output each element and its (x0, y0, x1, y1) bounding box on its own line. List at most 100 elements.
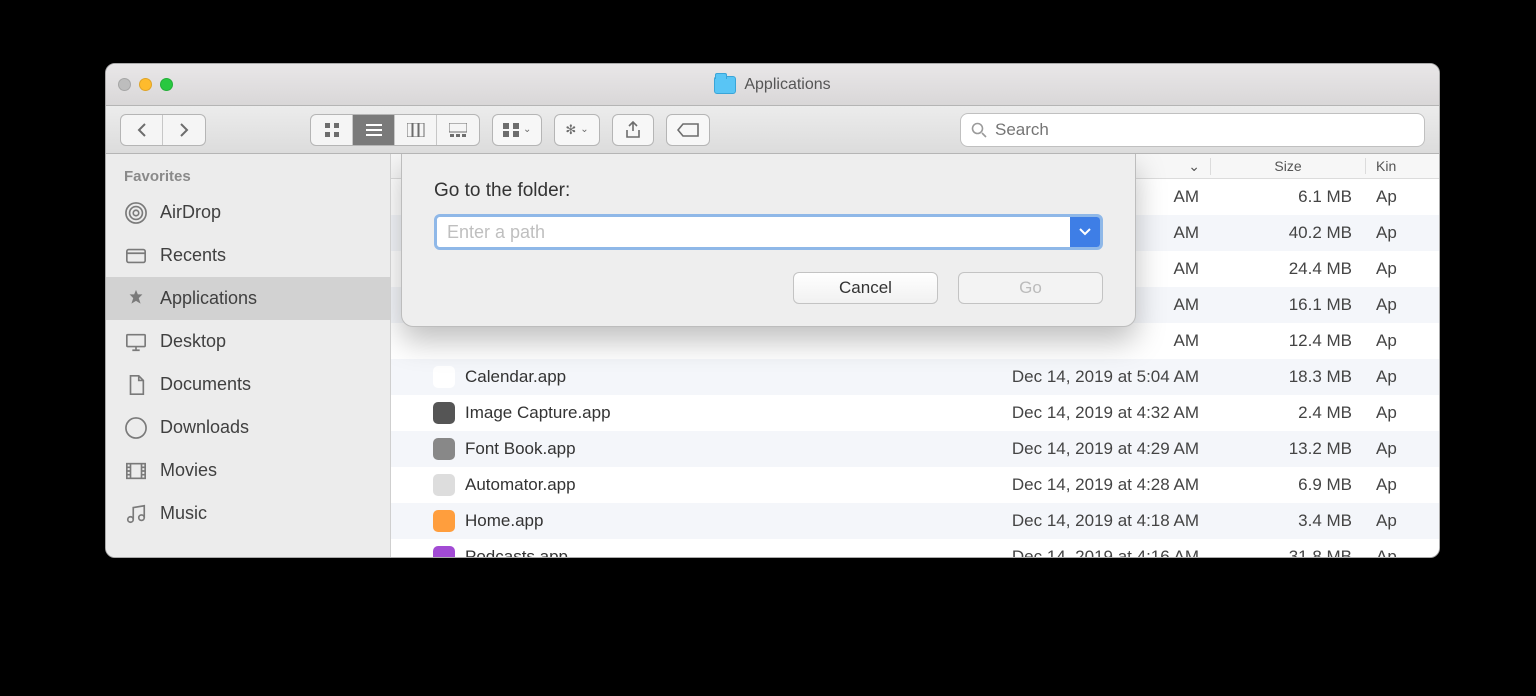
gallery-view-button[interactable] (437, 115, 479, 145)
column-header-kind[interactable]: Kin (1366, 158, 1439, 174)
app-icon (433, 366, 455, 388)
airdrop-icon (124, 201, 148, 225)
search-input[interactable] (995, 120, 1414, 140)
file-name: Image Capture.app (465, 403, 611, 423)
finder-window: Applications (105, 63, 1440, 558)
file-size: 13.2 MB (1211, 439, 1366, 459)
sidebar-item-documents[interactable]: Documents (106, 363, 390, 406)
applications-icon (124, 287, 148, 311)
sidebar-item-label: Documents (160, 374, 251, 395)
sidebar-item-label: Music (160, 503, 207, 524)
toolbar: ⌄ ✻ ⌄ (106, 106, 1439, 154)
sidebar-item-desktop[interactable]: Desktop (106, 320, 390, 363)
sidebar-item-recents[interactable]: Recents (106, 234, 390, 277)
tags-button[interactable] (666, 114, 710, 146)
documents-icon (124, 373, 148, 397)
file-size: 12.4 MB (1211, 331, 1366, 351)
file-row[interactable]: AM12.4 MBAp (391, 323, 1439, 359)
file-date: Dec 14, 2019 at 5:04 AM (931, 367, 1211, 387)
file-row[interactable]: Image Capture.appDec 14, 2019 at 4:32 AM… (391, 395, 1439, 431)
file-kind: Ap (1366, 295, 1439, 315)
go-button[interactable]: Go (958, 272, 1103, 304)
path-dropdown-button[interactable] (1070, 217, 1100, 247)
titlebar: Applications (106, 64, 1439, 106)
file-name: Automator.app (465, 475, 576, 495)
file-row[interactable]: Automator.app Dec 14, 2019 at 4:28 AM6.9 … (391, 467, 1439, 503)
desktop-icon (124, 330, 148, 354)
dialog-label: Go to the folder: (434, 180, 1103, 202)
file-kind: Ap (1366, 367, 1439, 387)
maximize-button[interactable] (160, 78, 173, 91)
sort-indicator-icon: ⌄ (1188, 158, 1200, 175)
file-kind: Ap (1366, 187, 1439, 207)
app-icon (433, 474, 455, 496)
traffic-lights (118, 78, 173, 91)
back-button[interactable] (121, 115, 163, 145)
app-icon (433, 546, 455, 557)
app-icon (433, 438, 455, 460)
search-field[interactable] (960, 113, 1425, 147)
movies-icon (124, 459, 148, 483)
file-row[interactable]: Font Book.appDec 14, 2019 at 4:29 AM13.2… (391, 431, 1439, 467)
search-icon (971, 122, 987, 138)
file-kind: Ap (1366, 475, 1439, 495)
go-to-folder-dialog: Go to the folder: Cancel Go (401, 154, 1136, 327)
sidebar-item-label: Movies (160, 460, 217, 481)
file-row[interactable]: Calendar.app Dec 14, 2019 at 5:04 AM18.3 … (391, 359, 1439, 395)
file-row[interactable]: Podcasts.app Dec 14, 2019 at 4:16 AM31.8 … (391, 539, 1439, 557)
file-date: Dec 14, 2019 at 4:16 AM (931, 547, 1211, 557)
path-input-wrapper (434, 214, 1103, 250)
list-view-button[interactable] (353, 115, 395, 145)
minimize-button[interactable] (139, 78, 152, 91)
file-size: 31.8 MB (1211, 547, 1366, 557)
cancel-button[interactable]: Cancel (793, 272, 938, 304)
sidebar-item-movies[interactable]: Movies (106, 449, 390, 492)
sidebar-item-label: Downloads (160, 417, 249, 438)
file-kind: Ap (1366, 223, 1439, 243)
action-button[interactable]: ✻ ⌄ (554, 114, 599, 146)
file-kind: Ap (1366, 439, 1439, 459)
share-button[interactable] (612, 114, 654, 146)
file-size: 40.2 MB (1211, 223, 1366, 243)
file-name: Calendar.app (465, 367, 566, 387)
sidebar-item-music[interactable]: Music (106, 492, 390, 535)
file-kind: Ap (1366, 511, 1439, 531)
file-size: 6.9 MB (1211, 475, 1366, 495)
dialog-actions: Cancel Go (434, 272, 1103, 304)
sidebar-item-label: Desktop (160, 331, 226, 352)
sidebar-item-applications[interactable]: Applications (106, 277, 390, 320)
forward-button[interactable] (163, 115, 205, 145)
file-kind: Ap (1366, 259, 1439, 279)
window-title: Applications (106, 64, 1439, 106)
sidebar-item-airdrop[interactable]: AirDrop (106, 191, 390, 234)
file-kind: Ap (1366, 547, 1439, 557)
sidebar-item-label: Recents (160, 245, 226, 266)
sidebar-item-downloads[interactable]: Downloads (106, 406, 390, 449)
app-icon (433, 510, 455, 532)
sidebar-item-label: Applications (160, 288, 257, 309)
app-icon (433, 402, 455, 424)
window-title-text: Applications (744, 76, 830, 94)
file-row[interactable]: Home.appDec 14, 2019 at 4:18 AM3.4 MBAp (391, 503, 1439, 539)
recents-icon (124, 244, 148, 268)
path-input[interactable] (437, 217, 1070, 247)
icon-view-button[interactable] (311, 115, 353, 145)
file-kind: Ap (1366, 331, 1439, 351)
file-size: 18.3 MB (1211, 367, 1366, 387)
file-size: 16.1 MB (1211, 295, 1366, 315)
app-icon (433, 330, 455, 352)
file-size: 6.1 MB (1211, 187, 1366, 207)
file-name: Podcasts.app (465, 547, 568, 557)
close-button[interactable] (118, 78, 131, 91)
column-header-size[interactable]: Size (1211, 158, 1366, 174)
group-by-button[interactable]: ⌄ (492, 114, 542, 146)
file-kind: Ap (1366, 403, 1439, 423)
chevron-down-icon (1079, 227, 1091, 237)
gear-icon: ✻ (565, 122, 576, 138)
file-name: Font Book.app (465, 439, 576, 459)
file-size: 24.4 MB (1211, 259, 1366, 279)
column-view-button[interactable] (395, 115, 437, 145)
view-mode-buttons (310, 114, 480, 146)
file-date: Dec 14, 2019 at 4:28 AM (931, 475, 1211, 495)
sidebar-header-favorites: Favorites (106, 162, 390, 191)
